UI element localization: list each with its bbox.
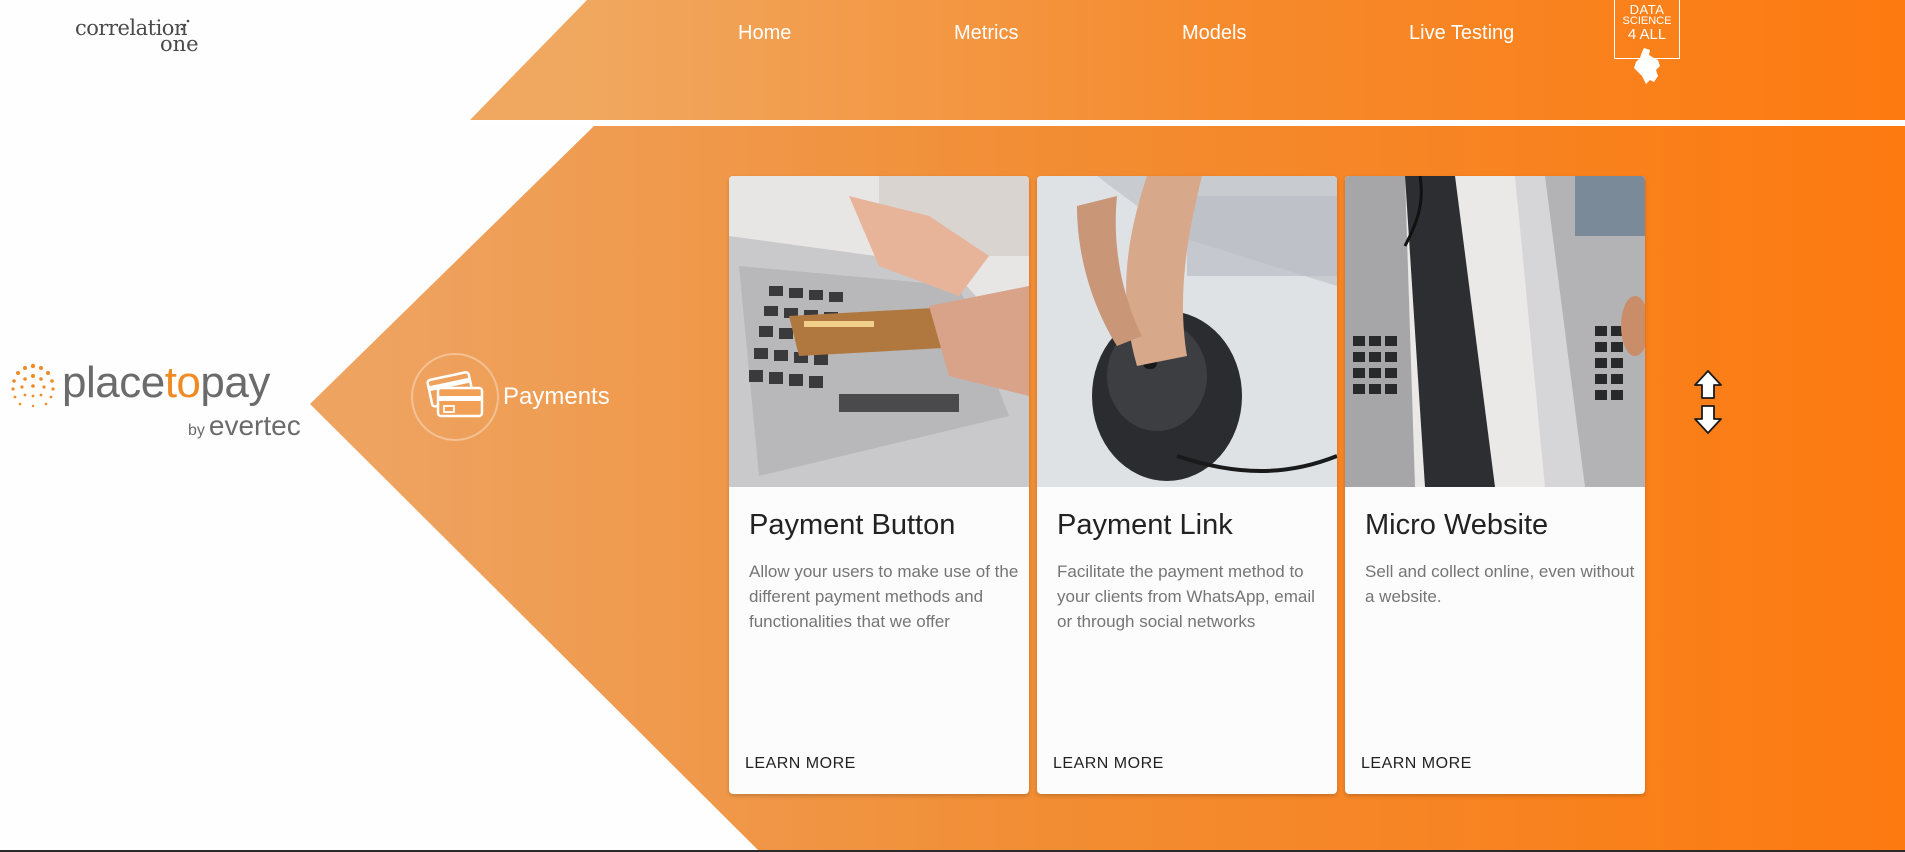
- correlation-one-logo[interactable]: correlation one: [75, 16, 205, 56]
- section-label: Payments: [503, 383, 610, 410]
- card-micro-website: Micro Website Sell and collect online, e…: [1345, 176, 1645, 794]
- ptp-part2: to: [164, 358, 201, 407]
- card-payment-button: Payment Button Allow your users to make …: [729, 176, 1029, 794]
- nav-models[interactable]: Models: [1182, 22, 1246, 45]
- placetopay-logo: placetopay by evertec: [8, 358, 313, 441]
- card-description: Allow your users to make use of the diff…: [749, 562, 1019, 631]
- learn-more-link[interactable]: LEARN MORE: [745, 755, 856, 773]
- card-image-mouse: [1037, 176, 1337, 487]
- ptp-company: evertec: [208, 410, 301, 441]
- card-title: Micro Website: [1365, 509, 1549, 541]
- learn-more-link[interactable]: LEARN MORE: [1053, 755, 1164, 773]
- card-title: Payment Link: [1057, 509, 1233, 541]
- nav-live-testing[interactable]: Live Testing: [1409, 22, 1514, 45]
- card-description: Facilitate the payment method to your cl…: [1057, 562, 1315, 631]
- brand-line2: one: [160, 32, 199, 56]
- badge-line3: 4 ALL: [1627, 26, 1667, 43]
- ptp-by: by: [188, 422, 205, 439]
- card-image-laptops: [1345, 176, 1645, 487]
- card-payment-link: Payment Link Facilitate the payment meth…: [1037, 176, 1337, 794]
- placetopay-dots-icon: [11, 363, 55, 408]
- placetopay-wordmark: placetopay: [62, 358, 270, 408]
- nav-home[interactable]: Home: [738, 22, 791, 45]
- ptp-part3: pay: [200, 358, 270, 407]
- card-description: Sell and collect online, even without a …: [1365, 562, 1635, 606]
- credit-cards-icon: [411, 353, 499, 441]
- scroll-up-down-icon[interactable]: [1694, 370, 1722, 434]
- placetopay-byline: by evertec: [188, 410, 301, 442]
- card-image-laptop-card: [729, 176, 1029, 487]
- card-title: Payment Button: [749, 509, 956, 541]
- colombia-map-icon: [1634, 48, 1660, 84]
- header-divider: [470, 120, 1905, 126]
- ptp-part1: place: [62, 358, 165, 407]
- brand-dots-icon: [180, 19, 190, 31]
- nav-metrics[interactable]: Metrics: [954, 22, 1018, 45]
- learn-more-link[interactable]: LEARN MORE: [1361, 755, 1472, 773]
